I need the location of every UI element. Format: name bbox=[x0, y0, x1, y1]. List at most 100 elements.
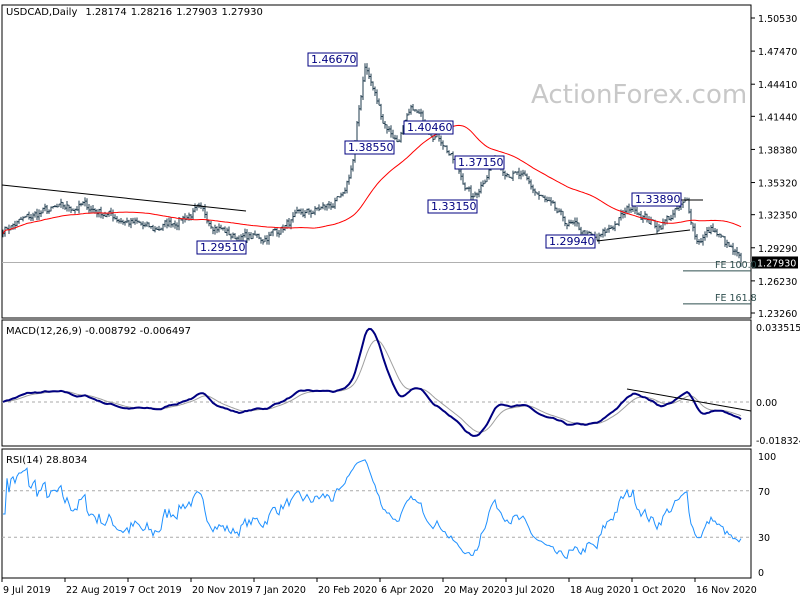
price-bar bbox=[656, 222, 659, 234]
price-bar bbox=[418, 109, 421, 114]
price-bar bbox=[738, 251, 741, 259]
price-bar bbox=[46, 204, 49, 215]
price-bar bbox=[206, 211, 209, 224]
price-bar bbox=[534, 188, 537, 196]
fib-level-label: FE 100.0 bbox=[715, 260, 757, 271]
price-bar bbox=[528, 176, 531, 185]
price-bar bbox=[508, 174, 511, 178]
price-bar bbox=[416, 109, 419, 114]
price-bar bbox=[68, 204, 71, 212]
price-bar bbox=[698, 239, 701, 245]
macd-label: MACD(12,26,9) -0.008792 -0.006497 bbox=[6, 326, 191, 337]
price-bar bbox=[440, 135, 443, 146]
price-bar bbox=[34, 211, 37, 218]
y-tick-label: 1.29290 bbox=[758, 244, 797, 255]
price-bar bbox=[12, 223, 15, 230]
price-bar bbox=[714, 227, 717, 233]
price-bar bbox=[336, 196, 339, 202]
price-bar bbox=[90, 205, 93, 214]
price-bar bbox=[616, 223, 619, 225]
price-bar bbox=[230, 233, 233, 240]
price-bar bbox=[16, 220, 19, 227]
price-bar bbox=[576, 217, 579, 227]
price-bar bbox=[646, 213, 649, 223]
rsi-y-tick-label: 30 bbox=[758, 533, 770, 544]
usdcad-chart: ActionForex.com USDCAD,Daily 1.28174 1.282… bbox=[1, 4, 800, 596]
price-bar bbox=[154, 226, 157, 233]
price-bar bbox=[48, 209, 51, 214]
x-tick-label: 16 Nov 2020 bbox=[696, 585, 757, 596]
price-bar bbox=[696, 234, 699, 245]
price-bar bbox=[138, 220, 141, 224]
x-tick-label: 7 Jan 2020 bbox=[255, 585, 306, 596]
price-annotation-label: 1.33150 bbox=[431, 200, 477, 213]
price-bar bbox=[28, 211, 31, 220]
price-bar bbox=[268, 231, 271, 245]
price-bar bbox=[548, 196, 551, 202]
price-bar bbox=[330, 201, 333, 210]
price-bar bbox=[480, 181, 483, 194]
price-bar bbox=[288, 218, 291, 228]
price-bar bbox=[274, 227, 277, 231]
price-bar bbox=[26, 213, 29, 218]
price-bar bbox=[220, 224, 223, 230]
price-bar bbox=[50, 206, 53, 212]
price-bar bbox=[102, 212, 105, 219]
price-bar bbox=[578, 222, 581, 231]
y-tick-label: 1.35320 bbox=[758, 179, 797, 190]
price-bar bbox=[396, 135, 399, 143]
price-bar bbox=[732, 242, 735, 255]
price-bar bbox=[388, 126, 391, 132]
price-bar bbox=[266, 235, 269, 245]
price-bar bbox=[224, 226, 227, 234]
price-bar bbox=[522, 169, 525, 177]
rsi-label: RSI(14) 28.8034 bbox=[6, 455, 87, 466]
price-bar bbox=[22, 216, 25, 222]
price-bar bbox=[44, 203, 47, 212]
price-bar bbox=[146, 221, 149, 227]
price-bar bbox=[564, 216, 567, 227]
price-bar bbox=[736, 246, 739, 257]
price-bar bbox=[380, 103, 383, 120]
price-bar bbox=[78, 200, 81, 214]
price-bar bbox=[602, 228, 605, 238]
x-tick-label: 7 Oct 2019 bbox=[129, 585, 182, 596]
price-annotation-label: 1.29510 bbox=[200, 241, 246, 254]
price-bar bbox=[76, 206, 79, 211]
price-bar bbox=[116, 216, 119, 223]
price-bar bbox=[56, 203, 59, 208]
price-bar bbox=[314, 206, 317, 216]
price-bar bbox=[340, 192, 343, 198]
price-bar bbox=[506, 172, 509, 178]
price-bar bbox=[682, 200, 685, 209]
price-bar bbox=[532, 184, 535, 194]
price-bar bbox=[598, 232, 601, 244]
price-bar bbox=[166, 218, 169, 229]
price-bar bbox=[332, 203, 335, 209]
price-bar bbox=[86, 198, 89, 210]
price-bar bbox=[80, 202, 83, 207]
price-bar bbox=[694, 223, 697, 240]
price-bar bbox=[114, 214, 117, 220]
price-bar bbox=[482, 180, 485, 187]
price-bar bbox=[660, 225, 663, 230]
macd-line bbox=[2, 327, 742, 437]
price-bar bbox=[710, 225, 713, 235]
price-bar bbox=[84, 197, 87, 207]
price-bar bbox=[40, 210, 43, 217]
price-annotation-label: 1.29940 bbox=[549, 235, 595, 248]
price-bar bbox=[398, 139, 401, 142]
price-bar bbox=[104, 211, 107, 217]
price-bar bbox=[6, 226, 9, 230]
y-tick-label: 1.47470 bbox=[758, 47, 797, 58]
rsi-panel-frame bbox=[1, 448, 752, 579]
price-bar bbox=[88, 203, 91, 214]
price-bar bbox=[462, 173, 465, 185]
price-bar bbox=[566, 223, 569, 230]
price-bar bbox=[218, 223, 221, 233]
price-bar bbox=[676, 206, 679, 211]
price-bar bbox=[536, 191, 539, 195]
price-bar bbox=[702, 234, 705, 246]
macd-y-tick-label: 0.033515 bbox=[756, 323, 800, 334]
price-bar bbox=[164, 220, 167, 228]
